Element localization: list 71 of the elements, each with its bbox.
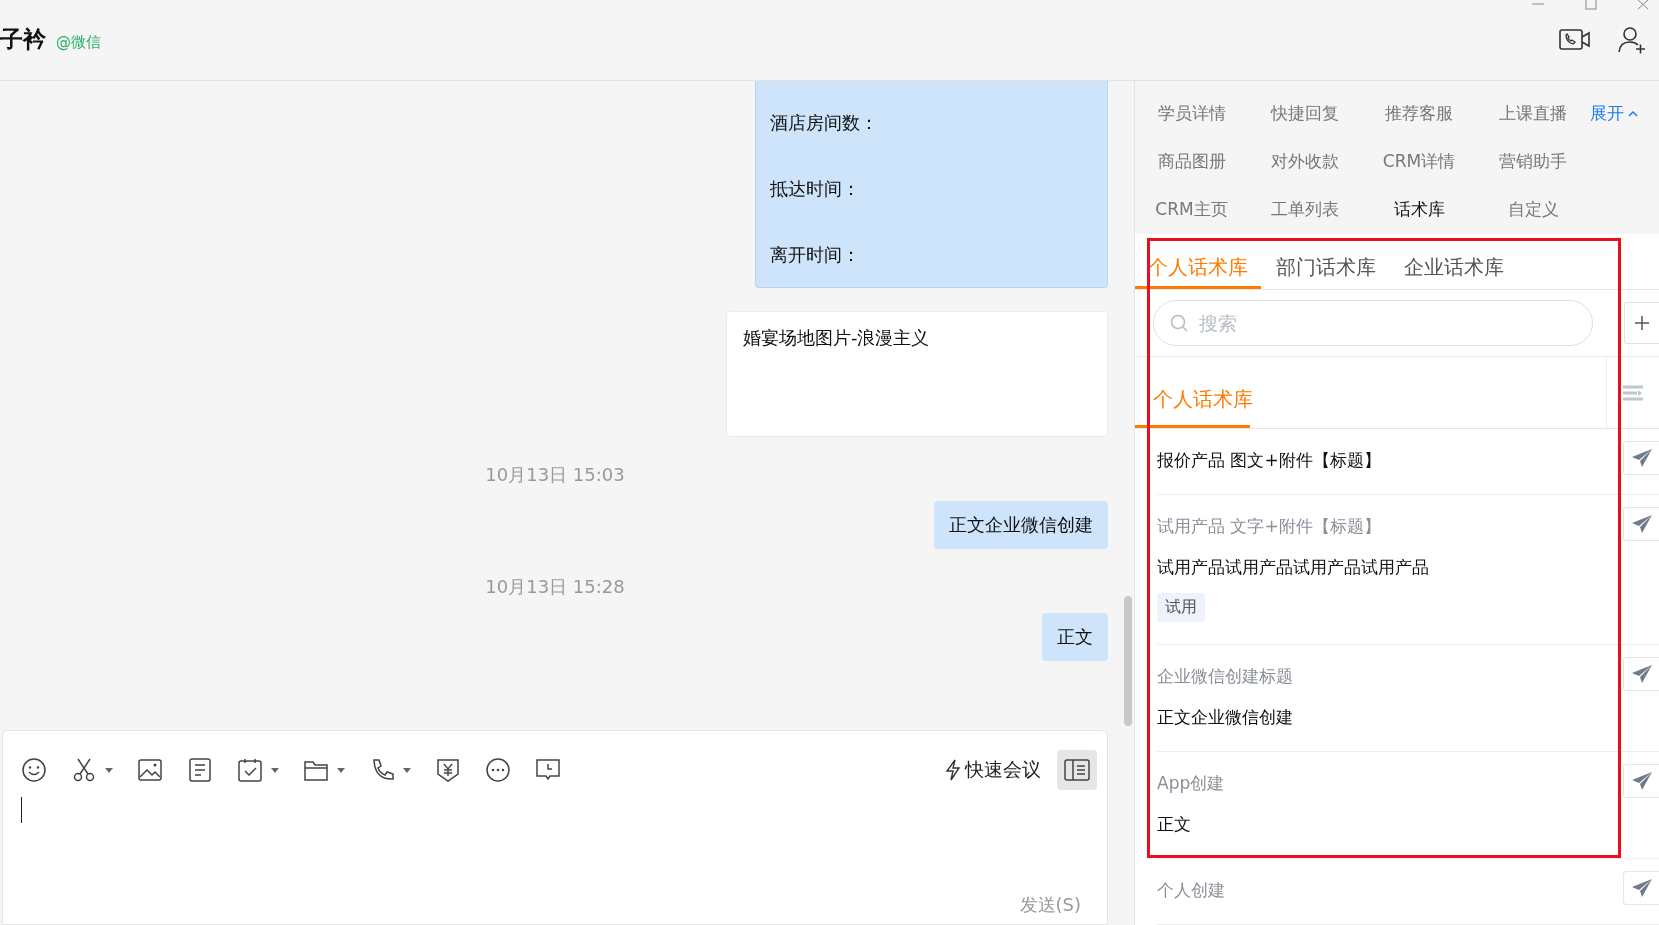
yen-shield-icon[interactable] (435, 757, 461, 783)
message-bubble: 正文企业微信创建 (934, 501, 1108, 549)
script-title[interactable]: 试用产品 文字+附件【标题】 (1157, 515, 1381, 538)
timestamp: 10月13日 15:28 (484, 575, 626, 599)
tool-tab[interactable]: 上课直播 (1476, 97, 1590, 129)
calendar-check-icon[interactable] (237, 757, 263, 783)
send-script-button[interactable] (1623, 441, 1659, 475)
scissors-icon[interactable] (71, 757, 97, 783)
script-title[interactable]: App创建 (1157, 772, 1225, 795)
library-tab[interactable]: 个人话术库 (1135, 248, 1261, 289)
send-script-button[interactable] (1623, 507, 1659, 541)
script-title[interactable]: 报价产品 图文+附件【标题】 (1157, 449, 1381, 472)
message-text: 婚宴场地图片-浪漫主义 (743, 327, 930, 348)
tool-tab[interactable]: 学员详情 (1135, 97, 1248, 129)
send-button[interactable]: 发送(S) (1013, 892, 1087, 918)
tool-tab[interactable]: CRM主页 (1135, 193, 1248, 225)
script-text: 正文企业微信创建 (1157, 706, 1293, 729)
caret-icon[interactable] (105, 767, 113, 773)
tool-tab[interactable]: 商品图册 (1135, 145, 1248, 177)
tool-tab[interactable]: 工单列表 (1248, 193, 1362, 225)
search-icon (1170, 314, 1188, 332)
library-tab[interactable]: 企业话术库 (1391, 248, 1517, 289)
message-text: 抵达时间： (770, 177, 861, 201)
chevron-up-icon (1628, 109, 1638, 117)
search-field[interactable]: 搜索 (1153, 300, 1593, 346)
message-text: 离开时间： (770, 243, 861, 267)
script-text: 正文 (1157, 813, 1191, 836)
close-icon[interactable] (1637, 0, 1651, 10)
caret-icon[interactable] (403, 767, 411, 773)
sidebar-toggle-button[interactable] (1057, 750, 1097, 790)
caret-icon[interactable] (271, 767, 279, 773)
script-tag: 试用 (1157, 593, 1205, 622)
video-call-icon[interactable] (1559, 28, 1591, 52)
tool-tab[interactable]: 自定义 (1476, 193, 1590, 225)
message-bubble: 正文 (1042, 613, 1108, 661)
contact-source: @微信 (56, 32, 101, 52)
image-icon[interactable] (137, 757, 163, 783)
timestamp: 10月13日 15:03 (484, 463, 626, 487)
scrollbar[interactable] (1124, 596, 1132, 726)
tool-tab[interactable]: 话术库 (1362, 193, 1476, 225)
send-script-button[interactable] (1623, 764, 1659, 798)
send-script-button[interactable] (1623, 871, 1659, 905)
quick-meeting-button[interactable]: 快速会议 (945, 757, 1041, 783)
send-script-button[interactable] (1623, 657, 1659, 691)
more-icon[interactable] (485, 757, 511, 783)
document-icon[interactable] (187, 757, 213, 783)
script-title[interactable]: 个人创建 (1157, 879, 1225, 902)
caret-icon[interactable] (337, 767, 345, 773)
add-contact-icon[interactable] (1617, 26, 1647, 54)
clock-message-icon[interactable] (535, 757, 561, 783)
paper-plane-icon (1630, 448, 1653, 468)
lightning-icon (945, 759, 961, 781)
library-tab[interactable]: 部门话术库 (1263, 248, 1389, 289)
script-text: 试用产品试用产品试用产品试用产品 (1157, 556, 1429, 579)
paper-plane-icon (1630, 878, 1653, 898)
expand-button[interactable]: 展开 (1590, 97, 1638, 129)
paper-plane-icon (1630, 771, 1653, 791)
emoji-icon[interactable] (21, 757, 47, 783)
plus-icon (1634, 315, 1650, 331)
add-button[interactable] (1624, 302, 1659, 344)
sidebar-icon (1064, 759, 1090, 781)
tool-tab[interactable]: 对外收款 (1248, 145, 1362, 177)
paper-plane-icon (1630, 664, 1653, 684)
contact-name: 子衿 (0, 24, 46, 54)
tool-tab[interactable]: 营销助手 (1476, 145, 1590, 177)
tool-tab[interactable]: 推荐客服 (1362, 97, 1476, 129)
paper-plane-icon (1630, 514, 1653, 534)
script-title[interactable]: 企业微信创建标题 (1157, 665, 1293, 688)
tool-tab[interactable]: CRM详情 (1362, 145, 1476, 177)
message-text: 酒店房间数： (770, 111, 879, 135)
tool-tab[interactable]: 快捷回复 (1248, 97, 1362, 129)
